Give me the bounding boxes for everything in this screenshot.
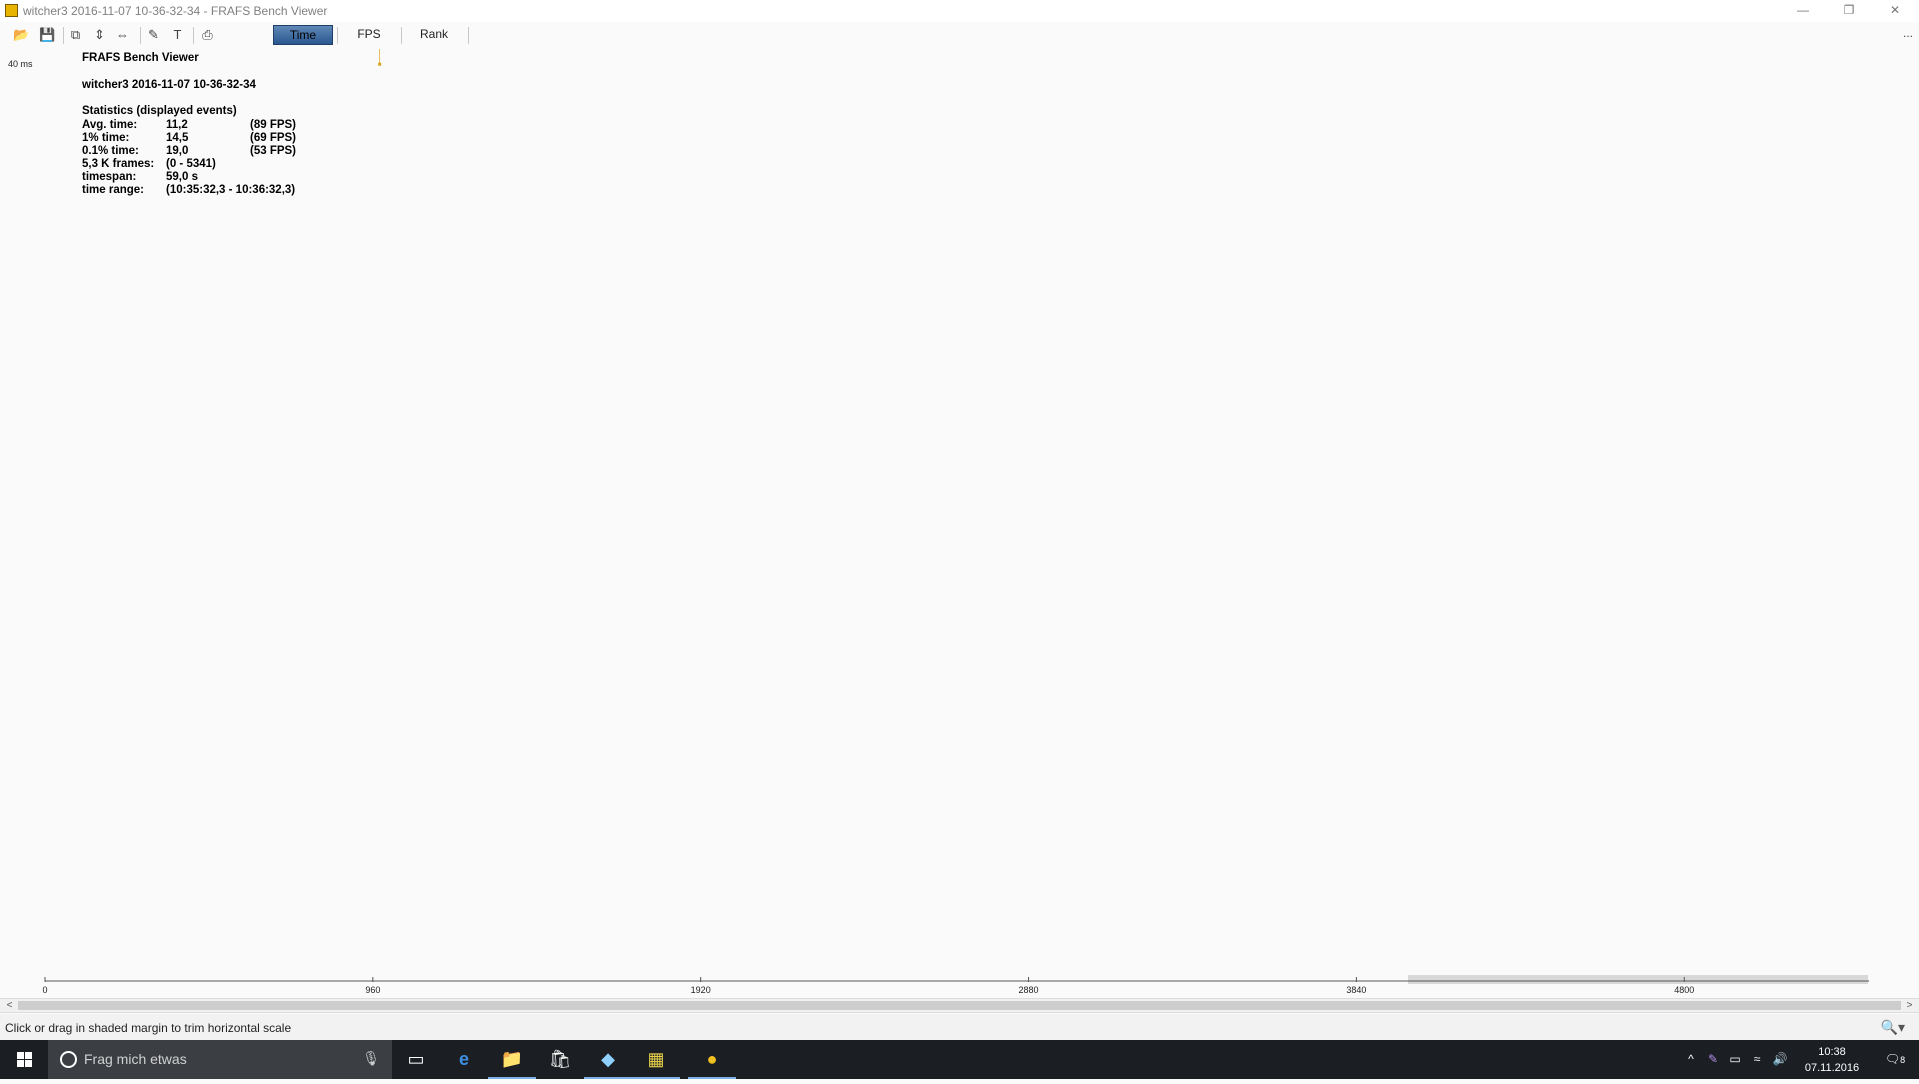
window-title: witcher3 2016-11-07 10-36-32-34 - FRAFS … <box>23 4 328 18</box>
search-placeholder: Frag mich etwas <box>84 1051 187 1067</box>
stat-label: time range: <box>82 184 144 196</box>
restore-button[interactable]: ❐ <box>1826 0 1872 22</box>
stat-label: Avg. time: <box>82 119 138 131</box>
overlay-stats-heading: Statistics (displayed events) <box>82 105 237 117</box>
tab-time[interactable]: Time <box>273 25 333 45</box>
taskbar-search[interactable]: Frag mich etwas 🎙 <box>48 1040 392 1079</box>
volume-icon[interactable]: 🔊 <box>1768 1040 1792 1079</box>
tab-rank[interactable]: Rank <box>408 25 460 45</box>
x-tick-label: 4800 <box>1674 985 1694 995</box>
toolbar: 📂 💾 ⧉ ⇕ ⇔ ✎ T ⎙ Time FPS Rank ... <box>0 22 1919 49</box>
tray-overflow-icon[interactable]: ^ <box>1680 1040 1702 1079</box>
notification-count: 8 <box>1900 1055 1906 1065</box>
wifi-icon[interactable]: ≈ <box>1746 1040 1768 1079</box>
toolbar-separator <box>401 27 402 44</box>
windows-logo-icon <box>17 1052 32 1067</box>
benchmark-icon[interactable]: ▦ <box>632 1040 680 1079</box>
frafs-app-icon <box>5 4 18 17</box>
stat-value: 59,0 s <box>166 171 198 183</box>
stat-value: 14,5 <box>166 132 189 144</box>
zoom-icon[interactable]: 🔍▾ <box>1881 1019 1905 1036</box>
file-explorer-icon[interactable]: 📁 <box>488 1040 536 1079</box>
status-bar: Click or drag in shaded margin to trim h… <box>0 1014 1919 1040</box>
stat-value: 11,2 <box>166 119 188 131</box>
scroll-right-button[interactable]: > <box>1902 999 1917 1012</box>
stat-value: (10:35:32,3 - 10:36:32,3) <box>166 184 296 196</box>
clock-time: 10:38 <box>1818 1046 1846 1058</box>
toolbar-overflow-button[interactable]: ... <box>1903 26 1913 40</box>
fit-horizontal-icon[interactable]: ⇔ <box>114 26 131 43</box>
stat-value: (0 - 5341) <box>166 158 216 170</box>
task-view-icon[interactable]: ▭ <box>392 1040 440 1079</box>
y-tick-label: 40 ms <box>8 59 33 69</box>
copy-icon[interactable]: ⧉ <box>67 26 84 43</box>
app-window: witcher3 2016-11-07 10-36-32-34 - FRAFS … <box>0 0 1919 1079</box>
start-button[interactable] <box>0 1040 48 1079</box>
wrench-icon[interactable]: ✎ <box>145 26 162 43</box>
stat-label: timespan: <box>82 171 137 183</box>
microphone-icon[interactable]: 🎙 <box>362 1050 380 1067</box>
trim-margin <box>1408 975 1868 984</box>
x-tick-label: 1920 <box>691 985 711 995</box>
store-icon[interactable]: 🛍 <box>536 1040 584 1079</box>
clock-date: 07.11.2016 <box>1804 1062 1860 1074</box>
stat-label: 1% time: <box>82 132 130 144</box>
network-icon[interactable]: ▭ <box>1724 1040 1746 1079</box>
stat-label: 5,3 K frames: <box>82 158 155 170</box>
toolbar-separator <box>193 27 194 44</box>
x-tick-label: 2880 <box>1019 985 1039 995</box>
title-bar: witcher3 2016-11-07 10-36-32-34 - FRAFS … <box>0 0 1919 22</box>
frafs-icon[interactable]: ● <box>688 1040 736 1079</box>
x-tick-label: 3840 <box>1346 985 1366 995</box>
overlay-app-name: FRAFS Bench Viewer <box>82 52 199 64</box>
horizontal-scrollbar[interactable]: < > <box>0 998 1919 1013</box>
app-icon[interactable]: ◆ <box>584 1040 632 1079</box>
fit-vertical-icon[interactable]: ⇕ <box>91 26 108 43</box>
text-icon[interactable]: T <box>169 26 186 43</box>
stat-value: 19,0 <box>166 145 189 157</box>
toolbar-separator <box>140 27 141 44</box>
pen-icon[interactable]: ✎ <box>1702 1040 1724 1079</box>
scroll-left-button[interactable]: < <box>2 999 17 1012</box>
windows-taskbar: Frag mich etwas 🎙 ▭ e 📁 🛍 ◆ ▦ ● ^ ✎ ▭ ≈ … <box>0 1040 1919 1079</box>
stat-label: 0.1% time: <box>82 145 139 157</box>
print-icon[interactable]: ⎙ <box>199 26 216 43</box>
stat-fps: (89 FPS) <box>250 119 297 131</box>
close-button[interactable]: ✕ <box>1872 0 1918 22</box>
tab-fps[interactable]: FPS <box>343 25 395 45</box>
x-tick-label: 960 <box>365 985 380 995</box>
toolbar-separator <box>337 27 338 44</box>
data-points <box>378 49 382 66</box>
notification-center-icon[interactable]: 🗨8 <box>1878 1040 1912 1079</box>
save-icon[interactable]: 💾 <box>39 26 56 43</box>
toolbar-separator <box>468 27 469 44</box>
edge-icon[interactable]: e <box>440 1040 488 1079</box>
open-folder-icon[interactable]: 📂 <box>13 26 30 43</box>
x-tick-label: 0 <box>42 985 47 995</box>
minimize-button[interactable]: — <box>1780 0 1826 22</box>
taskbar-clock[interactable]: 10:38 07.11.2016 <box>1798 1044 1866 1076</box>
frame-point <box>378 62 382 66</box>
cortana-icon <box>60 1051 77 1068</box>
stat-fps: (69 FPS) <box>250 132 297 144</box>
status-message: Click or drag in shaded margin to trim h… <box>5 1021 292 1035</box>
scrollbar-thumb[interactable] <box>18 1001 1901 1010</box>
stat-fps: (53 FPS) <box>250 145 297 157</box>
overlay-session-name: witcher3 2016-11-07 10-36-32-34 <box>82 79 256 91</box>
toolbar-separator <box>63 27 64 44</box>
